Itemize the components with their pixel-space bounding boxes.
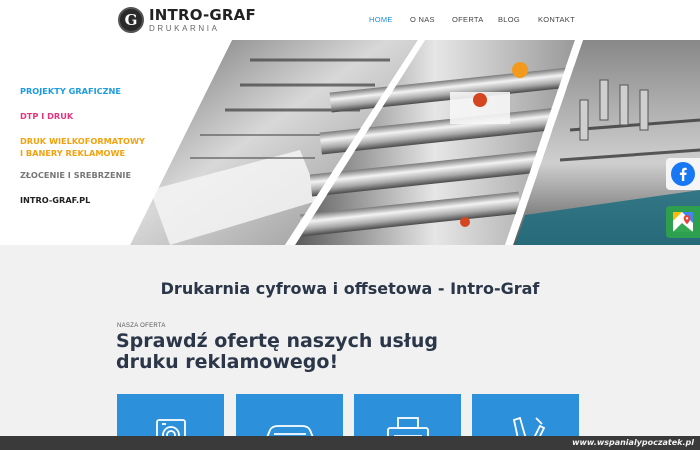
- nav-oferta[interactable]: OFERTA: [452, 15, 484, 24]
- main-nav: HOME O NAS OFERTA BLOG KONTAKT: [0, 15, 700, 27]
- facebook-icon: [671, 162, 695, 186]
- watermark-bar: www.wspanialypoczatek.pl: [0, 436, 700, 450]
- google-maps-button[interactable]: [666, 206, 700, 238]
- nav-kontakt[interactable]: KONTAKT: [538, 15, 575, 24]
- page-title: Drukarnia cyfrowa i offsetowa - Intro-Gr…: [160, 279, 540, 298]
- facebook-button[interactable]: [666, 158, 700, 190]
- hero-link-line: DRUK WIELKOFORMATOWY: [20, 136, 145, 146]
- google-maps-icon: [673, 212, 693, 232]
- section-headline: Sprawdź ofertę naszych usług druku rekla…: [116, 330, 438, 373]
- hero-section: PROJEKTY GRAFICZNE DTP I DRUK DRUK WIELK…: [0, 40, 700, 245]
- hero-link-dtp[interactable]: DTP I DRUK: [20, 110, 73, 122]
- section-eyebrow: NASZA OFERTA: [117, 323, 166, 329]
- hero-link-intro-graf[interactable]: INTRO-GRAF.PL: [20, 194, 90, 206]
- site-header: G INTRO-GRAF DRUKARNIA HOME O NAS OFERTA…: [0, 0, 700, 40]
- hero-link-line: I BANERY REKLAMOWE: [20, 148, 126, 158]
- nav-o-nas[interactable]: O NAS: [410, 15, 435, 24]
- hero-link-projekty[interactable]: PROJEKTY GRAFICZNE: [20, 85, 121, 97]
- watermark-text: www.wspanialypoczatek.pl: [572, 438, 694, 447]
- nav-blog[interactable]: BLOG: [498, 15, 520, 24]
- hero-link-druk-wielkoformatowy[interactable]: DRUK WIELKOFORMATOWY I BANERY REKLAMOWE: [20, 135, 145, 159]
- hero-link-zlocenie[interactable]: ZŁOCENIE I SREBRZENIE: [20, 169, 131, 181]
- nav-home[interactable]: HOME: [369, 15, 393, 24]
